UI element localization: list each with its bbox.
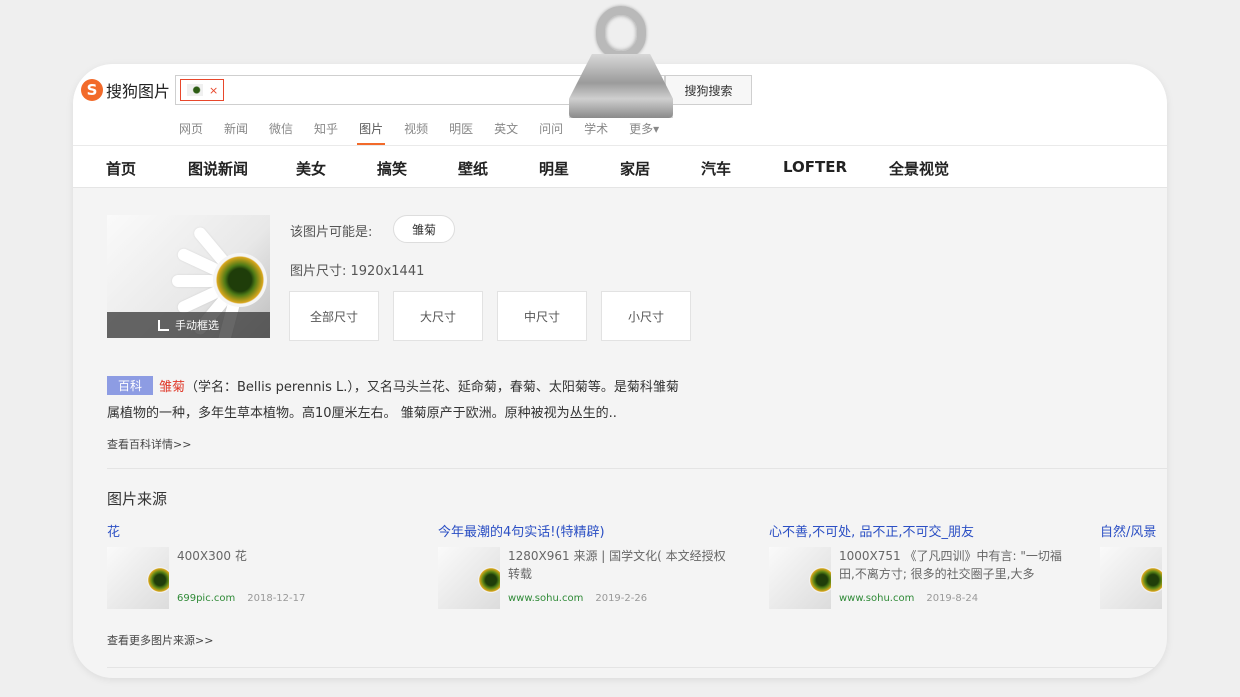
flower-center (1140, 567, 1162, 593)
divider (107, 468, 1167, 469)
guess-label: 该图片可能是: (290, 225, 373, 240)
source-card: 花 400X300 花 699pic.com 2018-12-17 (107, 521, 427, 611)
manual-crop-button[interactable]: 手动框选 (107, 312, 270, 338)
size-small-button[interactable]: 小尺寸 (601, 291, 691, 341)
tab-beauty[interactable]: 美女 (296, 158, 326, 179)
source-title-link[interactable]: 今年最潮的4句实话!(特精辟) (438, 521, 758, 540)
nav-zhihu[interactable]: 知乎 (314, 120, 338, 137)
sources-more-link[interactable]: 查看更多图片来源>> (107, 632, 213, 648)
source-card: 心不善,不可处, 品不正,不可交_朋友 1000X751 《了凡四训》中有言: … (769, 521, 1089, 611)
size-medium-button[interactable]: 中尺寸 (497, 291, 587, 341)
flower-center (147, 567, 169, 593)
source-meta: www.sohu.com 2019-8-24 (839, 593, 978, 604)
crop-icon (158, 319, 169, 331)
size-large-button[interactable]: 大尺寸 (393, 291, 483, 341)
source-date: 2019-2-26 (595, 593, 648, 604)
nav-medical[interactable]: 明医 (449, 120, 473, 137)
nav-images[interactable]: 图片 (357, 120, 386, 145)
tab-funny[interactable]: 搞笑 (377, 158, 407, 179)
image-size-label: 图片尺寸: 1920x1441 (290, 264, 425, 279)
tab-stars[interactable]: 明星 (539, 158, 569, 179)
tab-home[interactable]: 首页 (106, 158, 136, 179)
crop-label: 手动框选 (175, 319, 219, 332)
source-title-link[interactable]: 自然/风景 (1100, 521, 1167, 540)
source-thumbnail[interactable] (769, 547, 831, 609)
nav-english[interactable]: 英文 (494, 120, 518, 137)
baike-summary-line1: 雏菊（学名：Bellis perennis L.），又名马头兰花、延命菊，春菊、… (159, 376, 679, 395)
source-title-link[interactable]: 花 (107, 521, 427, 540)
source-description: 1280X961 来源 | 国学文化( 本文经授权转载 (508, 549, 726, 581)
baike-summary-text: （学名：Bellis perennis L.），又名马头兰花、延命菊，春菊、太阳… (185, 380, 679, 395)
flower-center (478, 567, 500, 593)
tab-cars[interactable]: 汽车 (701, 158, 731, 179)
nav-scholar[interactable]: 学术 (584, 120, 608, 137)
source-thumbnail[interactable] (107, 547, 169, 609)
baike-more-link[interactable]: 查看百科详情>> (107, 436, 191, 452)
search-image-chip[interactable]: × (180, 79, 224, 101)
divider (107, 667, 1167, 668)
nav-wenwen[interactable]: 问问 (539, 120, 563, 137)
nav-wechat[interactable]: 微信 (269, 120, 293, 137)
tab-wallpaper[interactable]: 壁纸 (458, 158, 488, 179)
tab-home-decor[interactable]: 家居 (620, 158, 650, 179)
source-card: 自然/风景 (1100, 521, 1167, 611)
clip-body (569, 54, 673, 118)
source-title-link[interactable]: 心不善,不可处, 品不正,不可交_朋友 (769, 521, 1089, 540)
source-card: 今年最潮的4句实话!(特精辟) 1280X961 来源 | 国学文化( 本文经授… (438, 521, 758, 611)
chip-thumbnail (187, 84, 203, 96)
tab-photo-news[interactable]: 图说新闻 (188, 158, 248, 179)
source-site[interactable]: www.sohu.com (839, 593, 914, 604)
source-description: 1000X751 《了凡四训》中有言: "一切福田,不离方寸; 很多的社交圈子里… (839, 549, 1062, 581)
source-site[interactable]: 699pic.com (177, 593, 235, 604)
source-site[interactable]: www.sohu.com (508, 593, 583, 604)
sources-title: 图片来源 (107, 490, 168, 508)
logo-mark: S (81, 79, 103, 101)
source-meta: www.sohu.com 2019-2-26 (508, 593, 647, 604)
sogou-logo[interactable]: S 搜狗图片 (81, 78, 170, 102)
chip-close-icon[interactable]: × (209, 84, 218, 97)
source-thumbnail[interactable] (438, 547, 500, 609)
logo-text: 搜狗图片 (106, 82, 171, 101)
query-image[interactable]: 手动框选 (107, 215, 270, 338)
flower-center (213, 253, 267, 307)
tab-panorama[interactable]: 全景视觉 (889, 158, 949, 179)
source-description: 400X300 花 (177, 549, 247, 563)
baike-summary-line2: 属植物的一种，多年生草本植物。高10厘米左右。 雏菊原产于欧洲。原种被视为丛生的… (107, 406, 617, 421)
guess-tag[interactable]: 雏菊 (393, 215, 455, 243)
source-date: 2018-12-17 (247, 593, 306, 604)
browser-card: S 搜狗图片 × 搜狗搜索 网页 新闻 微信 知乎 图片 视频 明医 英文 问问… (73, 64, 1167, 678)
nav-web[interactable]: 网页 (179, 120, 203, 137)
nav-news[interactable]: 新闻 (224, 120, 248, 137)
tab-lofter[interactable]: LOFTER (783, 158, 847, 176)
source-meta: 699pic.com 2018-12-17 (177, 593, 305, 604)
screenshot-frame: S 搜狗图片 × 搜狗搜索 网页 新闻 微信 知乎 图片 视频 明医 英文 问问… (0, 0, 1240, 697)
source-thumbnail[interactable] (1100, 547, 1162, 609)
nav-video[interactable]: 视频 (404, 120, 428, 137)
nav-more[interactable]: 更多▾ (629, 120, 659, 137)
source-date: 2019-8-24 (926, 593, 979, 604)
flower-center (809, 567, 831, 593)
vertical-nav: 网页 新闻 微信 知乎 图片 视频 明医 英文 问问 学术 更多▾ (179, 120, 680, 145)
clip-ring (596, 6, 646, 60)
baike-badge: 百科 (107, 376, 153, 395)
baike-term[interactable]: 雏菊 (159, 380, 185, 395)
size-all-button[interactable]: 全部尺寸 (289, 291, 379, 341)
category-nav: 首页 图说新闻 美女 搞笑 壁纸 明星 家居 汽车 LOFTER 全景视觉 (73, 145, 1167, 188)
binder-clip-decoration (563, 6, 679, 120)
